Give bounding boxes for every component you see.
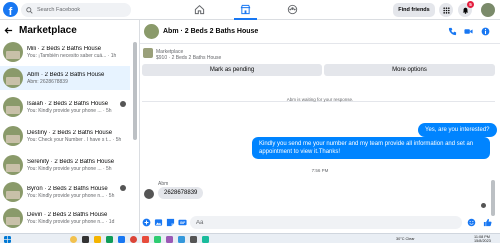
conversation-preview: Abm: 2628678839 xyxy=(27,78,68,85)
conversation-panel: Abm · 2 Beds 2 Baths House Marketplace $… xyxy=(140,20,500,233)
notification-badge: 5 xyxy=(467,1,474,8)
avatar xyxy=(3,42,23,62)
plus-circle-icon[interactable] xyxy=(142,218,151,227)
conversation-preview: You: Kindly provide your phone ... · 5h xyxy=(27,165,112,172)
sent-message[interactable]: Kindly you send me your number and my te… xyxy=(252,137,490,159)
conversation-preview: You: Kindly provide your phone n... · 5h xyxy=(27,192,115,199)
marketplace-icon[interactable] xyxy=(240,4,251,15)
message-composer: GIF xyxy=(140,213,500,233)
conversation-preview: You: Kindly provide your phone n... · 1d xyxy=(27,218,115,225)
conversation-header: Abm · 2 Beds 2 Baths House xyxy=(140,20,500,44)
conversation-scrollbar[interactable] xyxy=(491,180,495,216)
avatar xyxy=(3,68,23,88)
bell-icon xyxy=(462,7,468,14)
waiting-note: Abm is waiting for your response. xyxy=(286,97,354,102)
avatar xyxy=(3,208,23,228)
conversation-item[interactable]: Serenity · 2 Beds 2 Baths House You: Kind… xyxy=(0,153,130,177)
read-receipt-avatar xyxy=(481,203,486,208)
clock-time[interactable]: 11:08 PM xyxy=(474,235,490,239)
facebook-logo-icon[interactable]: f xyxy=(3,2,18,17)
listing-thumbnail[interactable] xyxy=(143,48,153,58)
app-icon[interactable] xyxy=(106,235,113,243)
received-message[interactable]: 2628678839 xyxy=(158,187,204,199)
windows-taskbar: 30°C Clear 11:08 PM 15/8/2023 xyxy=(0,233,500,243)
marketplace-inbox-panel: Marketplace Mili · 2 Beds 2 Baths House Y… xyxy=(0,20,140,233)
conversation-item[interactable]: Destiny · 2 Beds 2 Baths House You: Check… xyxy=(0,124,130,148)
app-icon[interactable] xyxy=(202,235,209,243)
thumbs-up-icon[interactable] xyxy=(483,218,492,227)
weather-status[interactable]: 30°C Clear xyxy=(396,237,415,241)
file-explorer-icon[interactable] xyxy=(94,235,101,243)
top-bar: f Find friends 5 xyxy=(0,0,500,20)
app-icon[interactable] xyxy=(178,235,185,243)
conversation-name: Abm · 2 Beds 2 Baths House xyxy=(27,71,105,78)
profile-avatar[interactable] xyxy=(481,3,495,17)
menu-grid-icon xyxy=(442,6,450,14)
task-view-icon[interactable] xyxy=(82,235,89,243)
page-title: Marketplace xyxy=(19,24,77,36)
windows-start-icon[interactable] xyxy=(4,235,11,243)
conversation-item[interactable]: Isaiah · 2 Beds 2 Baths House You: Kindly… xyxy=(0,95,130,119)
clock-date[interactable]: 15/8/2023 xyxy=(474,239,491,243)
conversation-preview: You: Kindly provide your phone ... · 5h xyxy=(27,107,112,114)
message-input[interactable] xyxy=(190,216,462,229)
back-arrow-icon[interactable] xyxy=(4,26,13,35)
search-box[interactable] xyxy=(21,3,131,17)
app-icon[interactable] xyxy=(166,235,173,243)
conversation-preview: You: ¡También necesito saber cuá... · 1h xyxy=(27,52,117,59)
conversation-name: Mili · 2 Beds 2 Baths House xyxy=(27,45,102,52)
groups-icon[interactable] xyxy=(287,4,298,15)
home-icon[interactable] xyxy=(194,4,205,15)
conversation-preview: You: Check your Number . I have s t... ·… xyxy=(27,136,122,143)
sender-avatar[interactable] xyxy=(144,189,154,199)
search-icon xyxy=(26,6,33,14)
avatar xyxy=(3,182,23,202)
avatar[interactable] xyxy=(144,24,159,39)
info-icon[interactable] xyxy=(481,27,490,36)
seen-avatar-icon xyxy=(120,185,126,191)
menu-button[interactable] xyxy=(439,3,453,17)
listing-card: Marketplace $910 · 2 Beds 2 Baths House … xyxy=(142,46,495,102)
conversation-item[interactable]: Mili · 2 Beds 2 Baths House You: ¡También… xyxy=(0,40,130,64)
seen-avatar-icon xyxy=(120,101,126,107)
sent-message[interactable]: Yes, are you interested? xyxy=(418,123,497,137)
conversation-name: Byron · 2 Beds 2 Baths House xyxy=(27,185,108,192)
inbox-scrollbar[interactable] xyxy=(133,42,137,140)
conversation-title[interactable]: Abm · 2 Beds 2 Baths House xyxy=(163,28,258,35)
sticker-icon[interactable] xyxy=(166,218,175,227)
app-icon[interactable] xyxy=(142,235,149,243)
phone-icon[interactable] xyxy=(448,27,457,36)
app-icon[interactable] xyxy=(154,235,161,243)
conversation-name: Devin · 2 Beds 2 Baths House xyxy=(27,211,108,218)
conversation-item[interactable]: Devin · 2 Beds 2 Baths House You: Kindly … xyxy=(0,206,130,230)
search-input[interactable] xyxy=(37,7,127,13)
app-icon[interactable] xyxy=(190,235,197,243)
listing-detail[interactable]: $910 · 2 Beds 2 Baths House xyxy=(156,55,221,61)
image-icon[interactable] xyxy=(154,218,163,227)
avatar xyxy=(3,126,23,146)
marketplace-header: Marketplace xyxy=(0,20,139,40)
app-icon[interactable] xyxy=(118,235,125,243)
mark-as-pending-button[interactable]: Mark as pending xyxy=(142,64,322,76)
emoji-icon[interactable] xyxy=(467,218,476,227)
svg-text:GIF: GIF xyxy=(180,221,185,225)
timestamp: 7:56 PM xyxy=(311,168,329,173)
chrome-icon[interactable] xyxy=(130,235,137,243)
video-call-icon[interactable] xyxy=(464,27,473,36)
conversation-item[interactable]: Byron · 2 Beds 2 Baths House You: Kindly … xyxy=(0,180,130,204)
avatar xyxy=(3,155,23,175)
conversation-name: Isaiah · 2 Beds 2 Baths House xyxy=(27,100,109,107)
widget-icon[interactable] xyxy=(70,235,77,243)
conversation-name: Destiny · 2 Beds 2 Baths House xyxy=(27,129,113,136)
find-friends-button[interactable]: Find friends xyxy=(393,3,435,17)
conversation-name: Serenity · 2 Beds 2 Baths House xyxy=(27,158,115,165)
conversation-item-active[interactable]: Abm · 2 Beds 2 Baths House Abm: 262867883… xyxy=(0,66,130,90)
more-options-button[interactable]: More options xyxy=(324,64,495,76)
gif-icon[interactable]: GIF xyxy=(178,218,187,227)
avatar xyxy=(3,97,23,117)
